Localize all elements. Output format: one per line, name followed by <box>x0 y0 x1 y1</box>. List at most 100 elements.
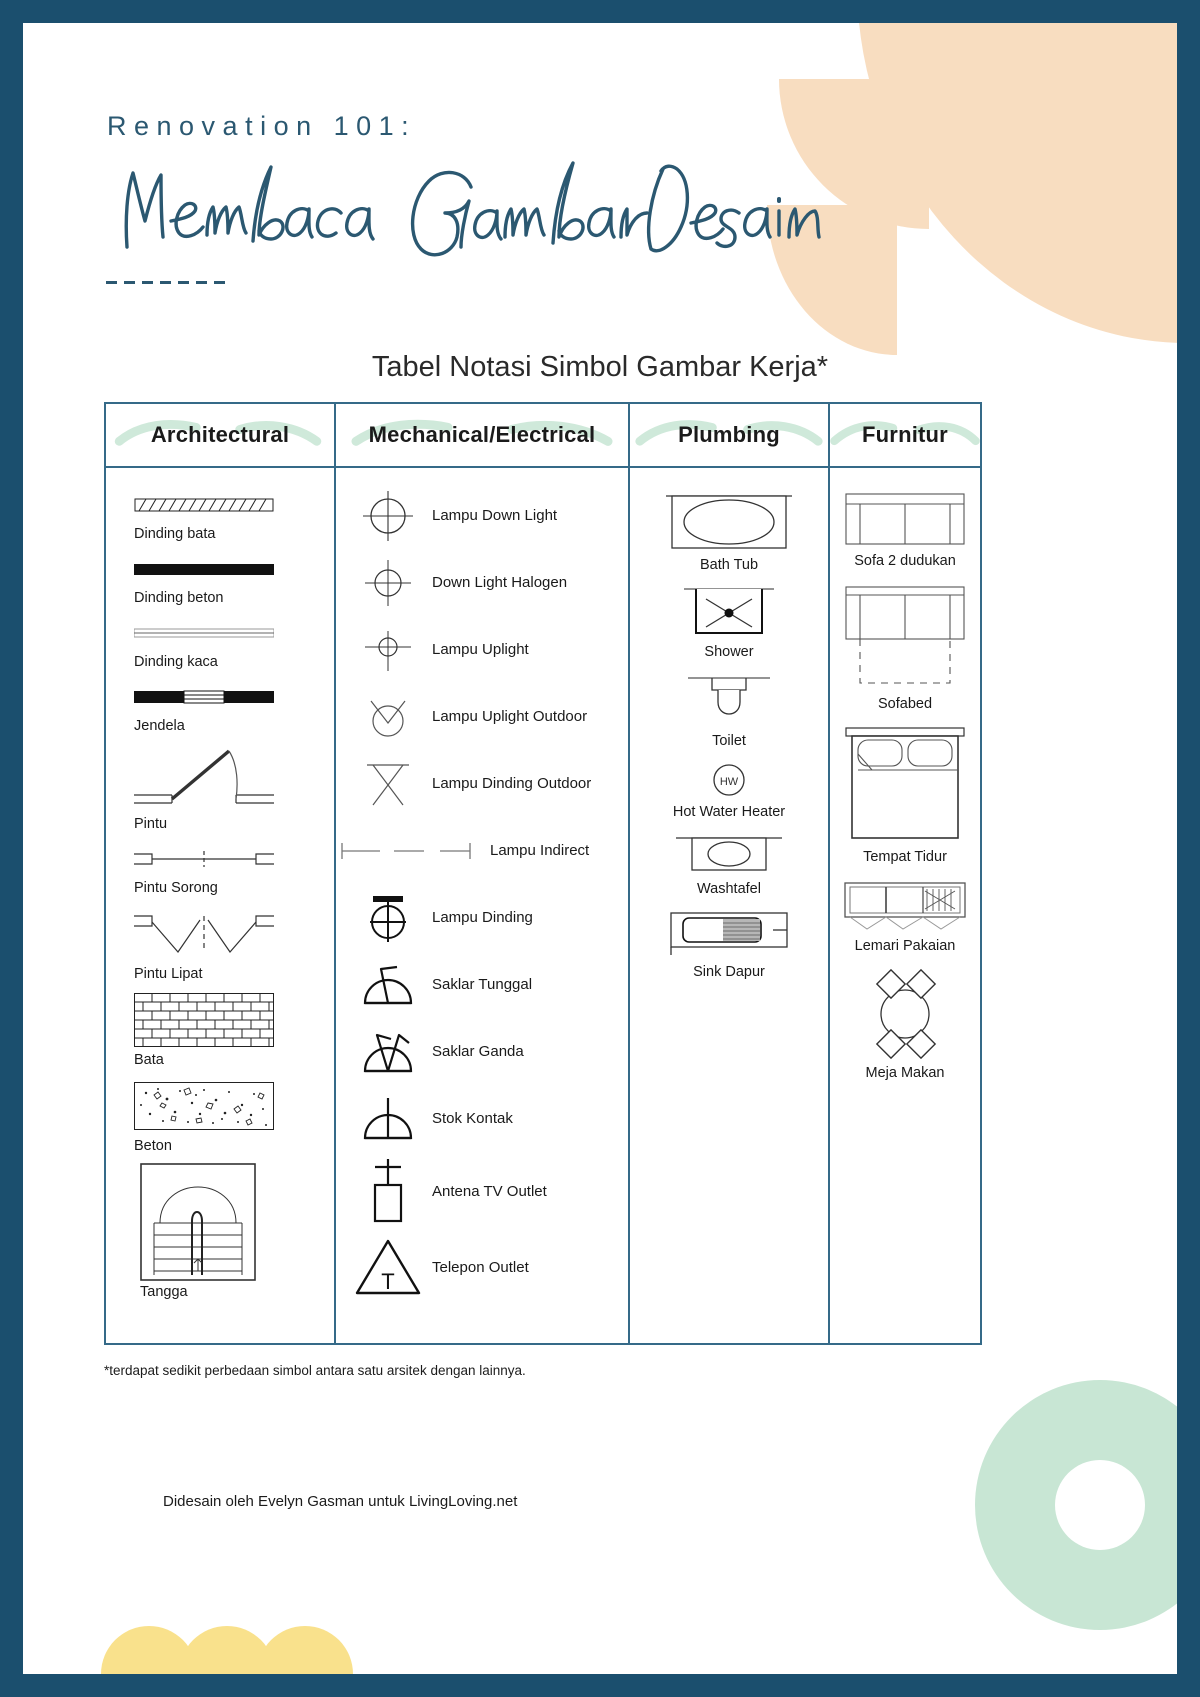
list-item: Meja Makan <box>830 968 980 1081</box>
svg-text:HW: HW <box>720 776 739 788</box>
list-item: Lampu Dinding Outdoor <box>336 750 628 817</box>
yellow-scallop-blob <box>101 1604 421 1674</box>
hot-water-heater-icon: HW <box>666 761 792 799</box>
column-body-architectural: Dinding bata Dinding beton Dinding kaca … <box>106 468 334 1343</box>
dining-table-icon <box>849 968 961 1060</box>
washbasin-icon <box>666 832 792 876</box>
list-item-label: Down Light Halogen <box>432 574 568 591</box>
window-icon <box>134 678 306 716</box>
bath-tub-icon <box>666 490 792 552</box>
list-item: Antena TV Outlet <box>336 1152 628 1230</box>
symbol-table: Architectural Dinding bata Dinding beton… <box>104 402 982 1345</box>
list-item: Lampu Down Light <box>336 482 628 549</box>
credit-text: Didesain oleh Evelyn Gasman untuk Living… <box>163 1493 518 1510</box>
list-item-label: Dinding beton <box>134 590 224 606</box>
footnote-text: *terdapat sedikit perbedaan simbol antar… <box>104 1363 526 1378</box>
sliding-door-icon <box>134 840 306 878</box>
list-item: Stok Kontak <box>336 1085 628 1152</box>
shower-icon <box>666 585 792 639</box>
sofabed-icon <box>844 583 966 691</box>
list-item: Bata <box>106 990 334 1068</box>
list-item-label: Stok Kontak <box>432 1110 513 1127</box>
solid-wall-icon <box>134 550 306 588</box>
list-item-label: Lampu Down Light <box>432 507 558 524</box>
table-title: Tabel Notasi Simbol Gambar Kerja* <box>371 351 829 383</box>
list-item-label: Sofa 2 dudukan <box>854 553 956 569</box>
list-item-label: Antena TV Outlet <box>432 1182 547 1200</box>
list-item: Down Light Halogen <box>336 549 628 616</box>
list-item-label: Lampu Uplight <box>432 641 529 658</box>
halogen-down-light-icon <box>350 554 426 612</box>
list-item: Bath Tub <box>630 490 828 573</box>
list-item: Dinding kaca <box>106 614 334 670</box>
list-item: Saklar Ganda <box>336 1018 628 1085</box>
list-item: Toilet <box>630 672 828 749</box>
column-header-label: Furnitur <box>862 422 948 447</box>
list-item: Sofabed <box>830 583 980 712</box>
column-body-plumbing: Bath Tub Shower Toilet HW Hot Water Heat… <box>630 468 828 1343</box>
list-item: HW Hot Water Heater <box>630 761 828 820</box>
list-item: Sofa 2 dudukan <box>830 490 980 569</box>
list-item: Lampu Indirect <box>336 817 628 884</box>
telephone-outlet-icon: T <box>350 1235 426 1299</box>
tv-antenna-outlet-icon <box>350 1155 426 1227</box>
poster-sheet: Renovation 101: Tabel Notasi Simbol Gamb… <box>23 23 1177 1674</box>
column-header-plumbing: Plumbing <box>630 404 828 468</box>
list-item: Pintu Lipat <box>106 904 334 982</box>
list-item-label: Jendela <box>134 718 185 734</box>
column-furnitur: Furnitur Sofa 2 dudukan Sofabed Tempat T… <box>830 404 980 1343</box>
list-item: Jendela <box>106 678 334 734</box>
script-title <box>103 151 821 261</box>
list-item-label: Pintu Lipat <box>134 966 203 982</box>
door-swing-icon <box>134 742 306 814</box>
stairs-icon <box>140 1162 306 1282</box>
list-item-label: Lampu Dinding <box>432 909 533 926</box>
list-item-label: Pintu <box>134 816 168 832</box>
list-item: Dinding beton <box>106 550 334 606</box>
list-item-label: Pintu Sorong <box>134 880 218 896</box>
list-item-label: Bata <box>134 1052 164 1068</box>
folding-door-icon <box>134 904 306 964</box>
list-item: Dinding bata <box>106 486 334 542</box>
column-header-label: Mechanical/Electrical <box>368 422 596 447</box>
list-item: Lampu Uplight <box>336 616 628 683</box>
power-socket-icon <box>350 1090 426 1148</box>
kitchen-sink-icon <box>663 909 795 959</box>
dash-divider <box>106 281 225 284</box>
list-item-label: Sink Dapur <box>693 964 765 980</box>
list-item-label: Meja Makan <box>865 1065 945 1081</box>
list-item: T Telepon Outlet <box>336 1230 628 1304</box>
list-item-label: Toilet <box>712 733 746 749</box>
column-header-label: Plumbing <box>678 422 780 447</box>
bed-icon <box>842 726 968 844</box>
poster-root: Renovation 101: Tabel Notasi Simbol Gamb… <box>0 0 1200 1697</box>
list-item-label: Dinding bata <box>134 526 216 542</box>
peach-corner-blob <box>767 23 1177 355</box>
list-item-label: Tempat Tidur <box>863 849 947 865</box>
brick-hatch-icon <box>134 990 306 1050</box>
list-item: Lampu Dinding <box>336 884 628 951</box>
svg-text:T: T <box>381 1269 394 1294</box>
glass-wall-icon <box>134 614 306 652</box>
list-item-label: Tangga <box>140 1284 188 1300</box>
list-item-label: Lampu Dinding Outdoor <box>432 775 592 792</box>
toilet-icon <box>666 672 792 728</box>
column-header-mechanical-electrical: Mechanical/Electrical <box>336 404 628 468</box>
list-item-label: Dinding kaca <box>134 654 218 670</box>
uplight-icon <box>350 623 426 677</box>
single-switch-icon <box>350 957 426 1013</box>
double-switch-icon <box>350 1023 426 1081</box>
list-item-label: Beton <box>134 1138 172 1154</box>
list-item: Shower <box>630 585 828 660</box>
list-item: Lemari Pakaian <box>830 879 980 954</box>
column-header-architectural: Architectural <box>106 404 334 468</box>
column-mechanical-electrical: Mechanical/Electrical Lampu Down Light D… <box>336 404 630 1343</box>
list-item-label: Saklar Ganda <box>432 1043 524 1060</box>
list-item: Pintu Sorong <box>106 840 334 896</box>
list-item-label: Shower <box>704 644 754 660</box>
list-item-label: Saklar Tunggal <box>432 976 533 993</box>
column-body-mechanical-electrical: Lampu Down Light Down Light Halogen Lamp… <box>336 468 628 1343</box>
column-body-furnitur: Sofa 2 dudukan Sofabed Tempat Tidur Lema… <box>830 468 980 1343</box>
list-item: Lampu Uplight Outdoor <box>336 683 628 750</box>
wall-light-outdoor-icon <box>350 757 426 811</box>
